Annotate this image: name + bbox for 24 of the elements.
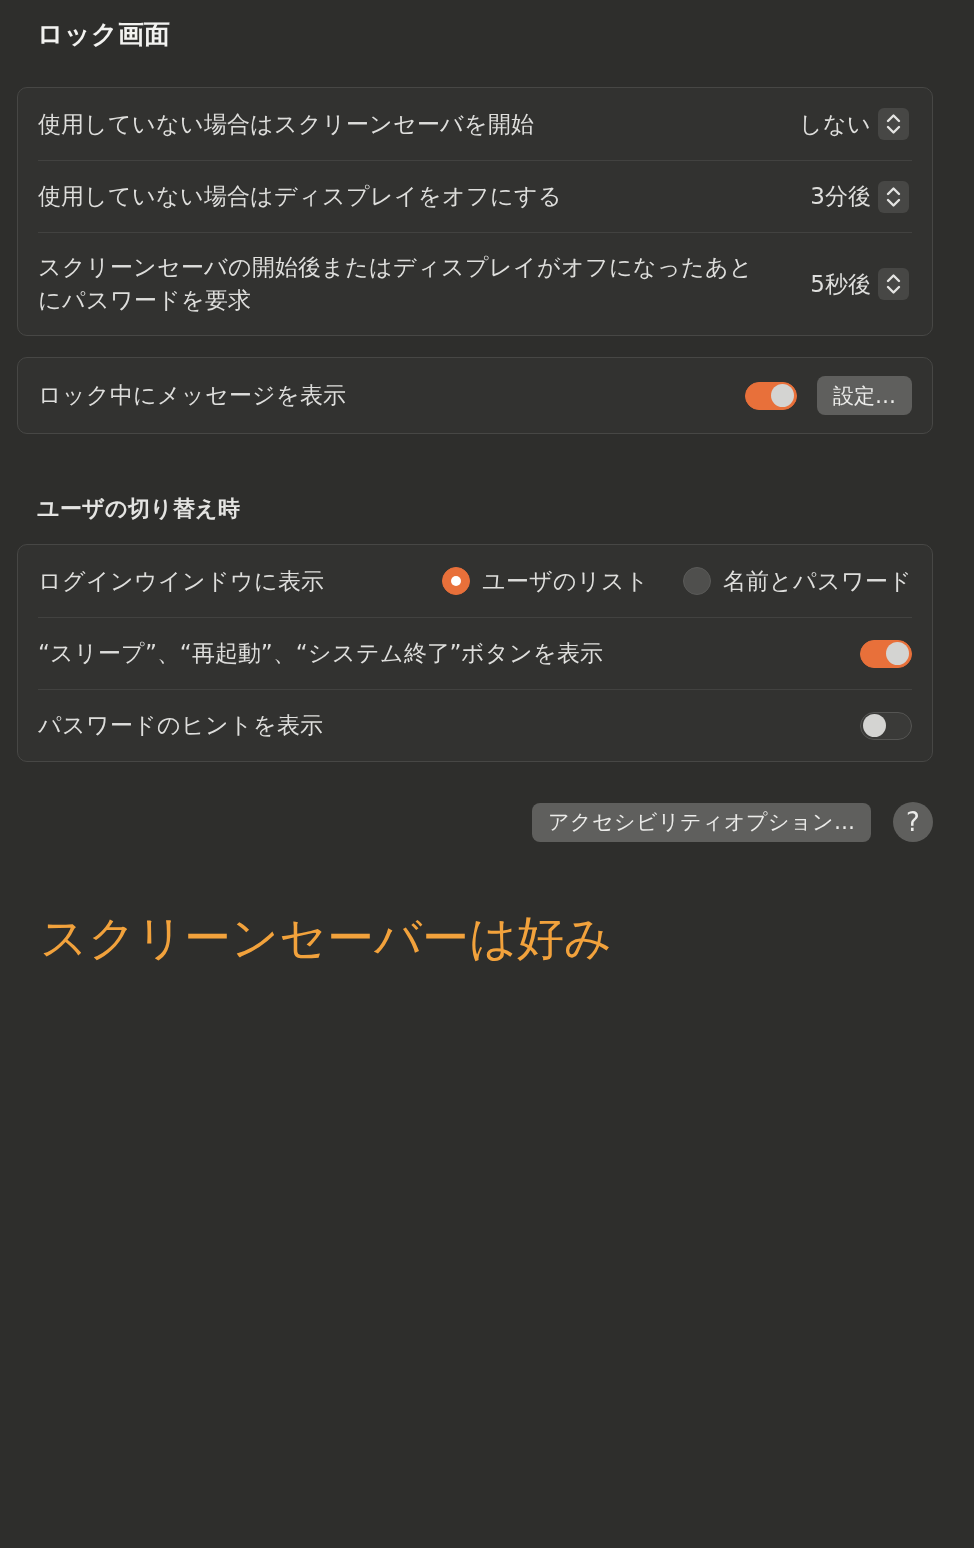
setting-label: パスワードのヒントを表示 — [38, 711, 323, 740]
radio-button[interactable]: ユーザのリスト — [442, 564, 649, 598]
toggle-switch[interactable] — [860, 639, 912, 668]
up-down-chevron-icon — [878, 180, 909, 213]
up-down-chevron-icon — [878, 108, 909, 140]
accessibility-options-button[interactable]: アクセシビリティオプション… — [532, 802, 871, 842]
help-button[interactable]: ? — [893, 802, 933, 842]
setting-label: 使用していない場合はスクリーンセーバを開始 — [38, 109, 534, 139]
popup-button[interactable]: 5秒後 — [810, 267, 909, 301]
toggle-switch[interactable] — [745, 381, 797, 410]
radio-button[interactable]: 名前とパスワード — [683, 564, 912, 598]
toggle-switch[interactable] — [860, 711, 912, 740]
setting-label: “スリープ”、“再起動”、“システム終了”ボタンを表示 — [38, 639, 604, 668]
up-down-chevron-icon — [878, 268, 909, 300]
setting-label: 使用していない場合はディスプレイをオフにする — [38, 182, 562, 211]
setting-label: ログインウインドウに表示 — [38, 566, 324, 596]
popup-button[interactable]: しない — [799, 107, 909, 141]
section-heading: ユーザの切り替え時 — [37, 495, 240, 523]
caption-text: スクリーンセーバーは好み — [40, 909, 612, 967]
setting-label: ロック中にメッセージを表示 — [38, 381, 346, 410]
settings-button[interactable]: 設定… — [817, 376, 912, 415]
page-title: ロック画面 — [37, 18, 170, 51]
setting-label: スクリーンセーバの開始後またはディスプレイがオフになったあとにパスワードを要求 — [38, 253, 754, 315]
popup-button[interactable]: 3分後 — [810, 180, 909, 213]
